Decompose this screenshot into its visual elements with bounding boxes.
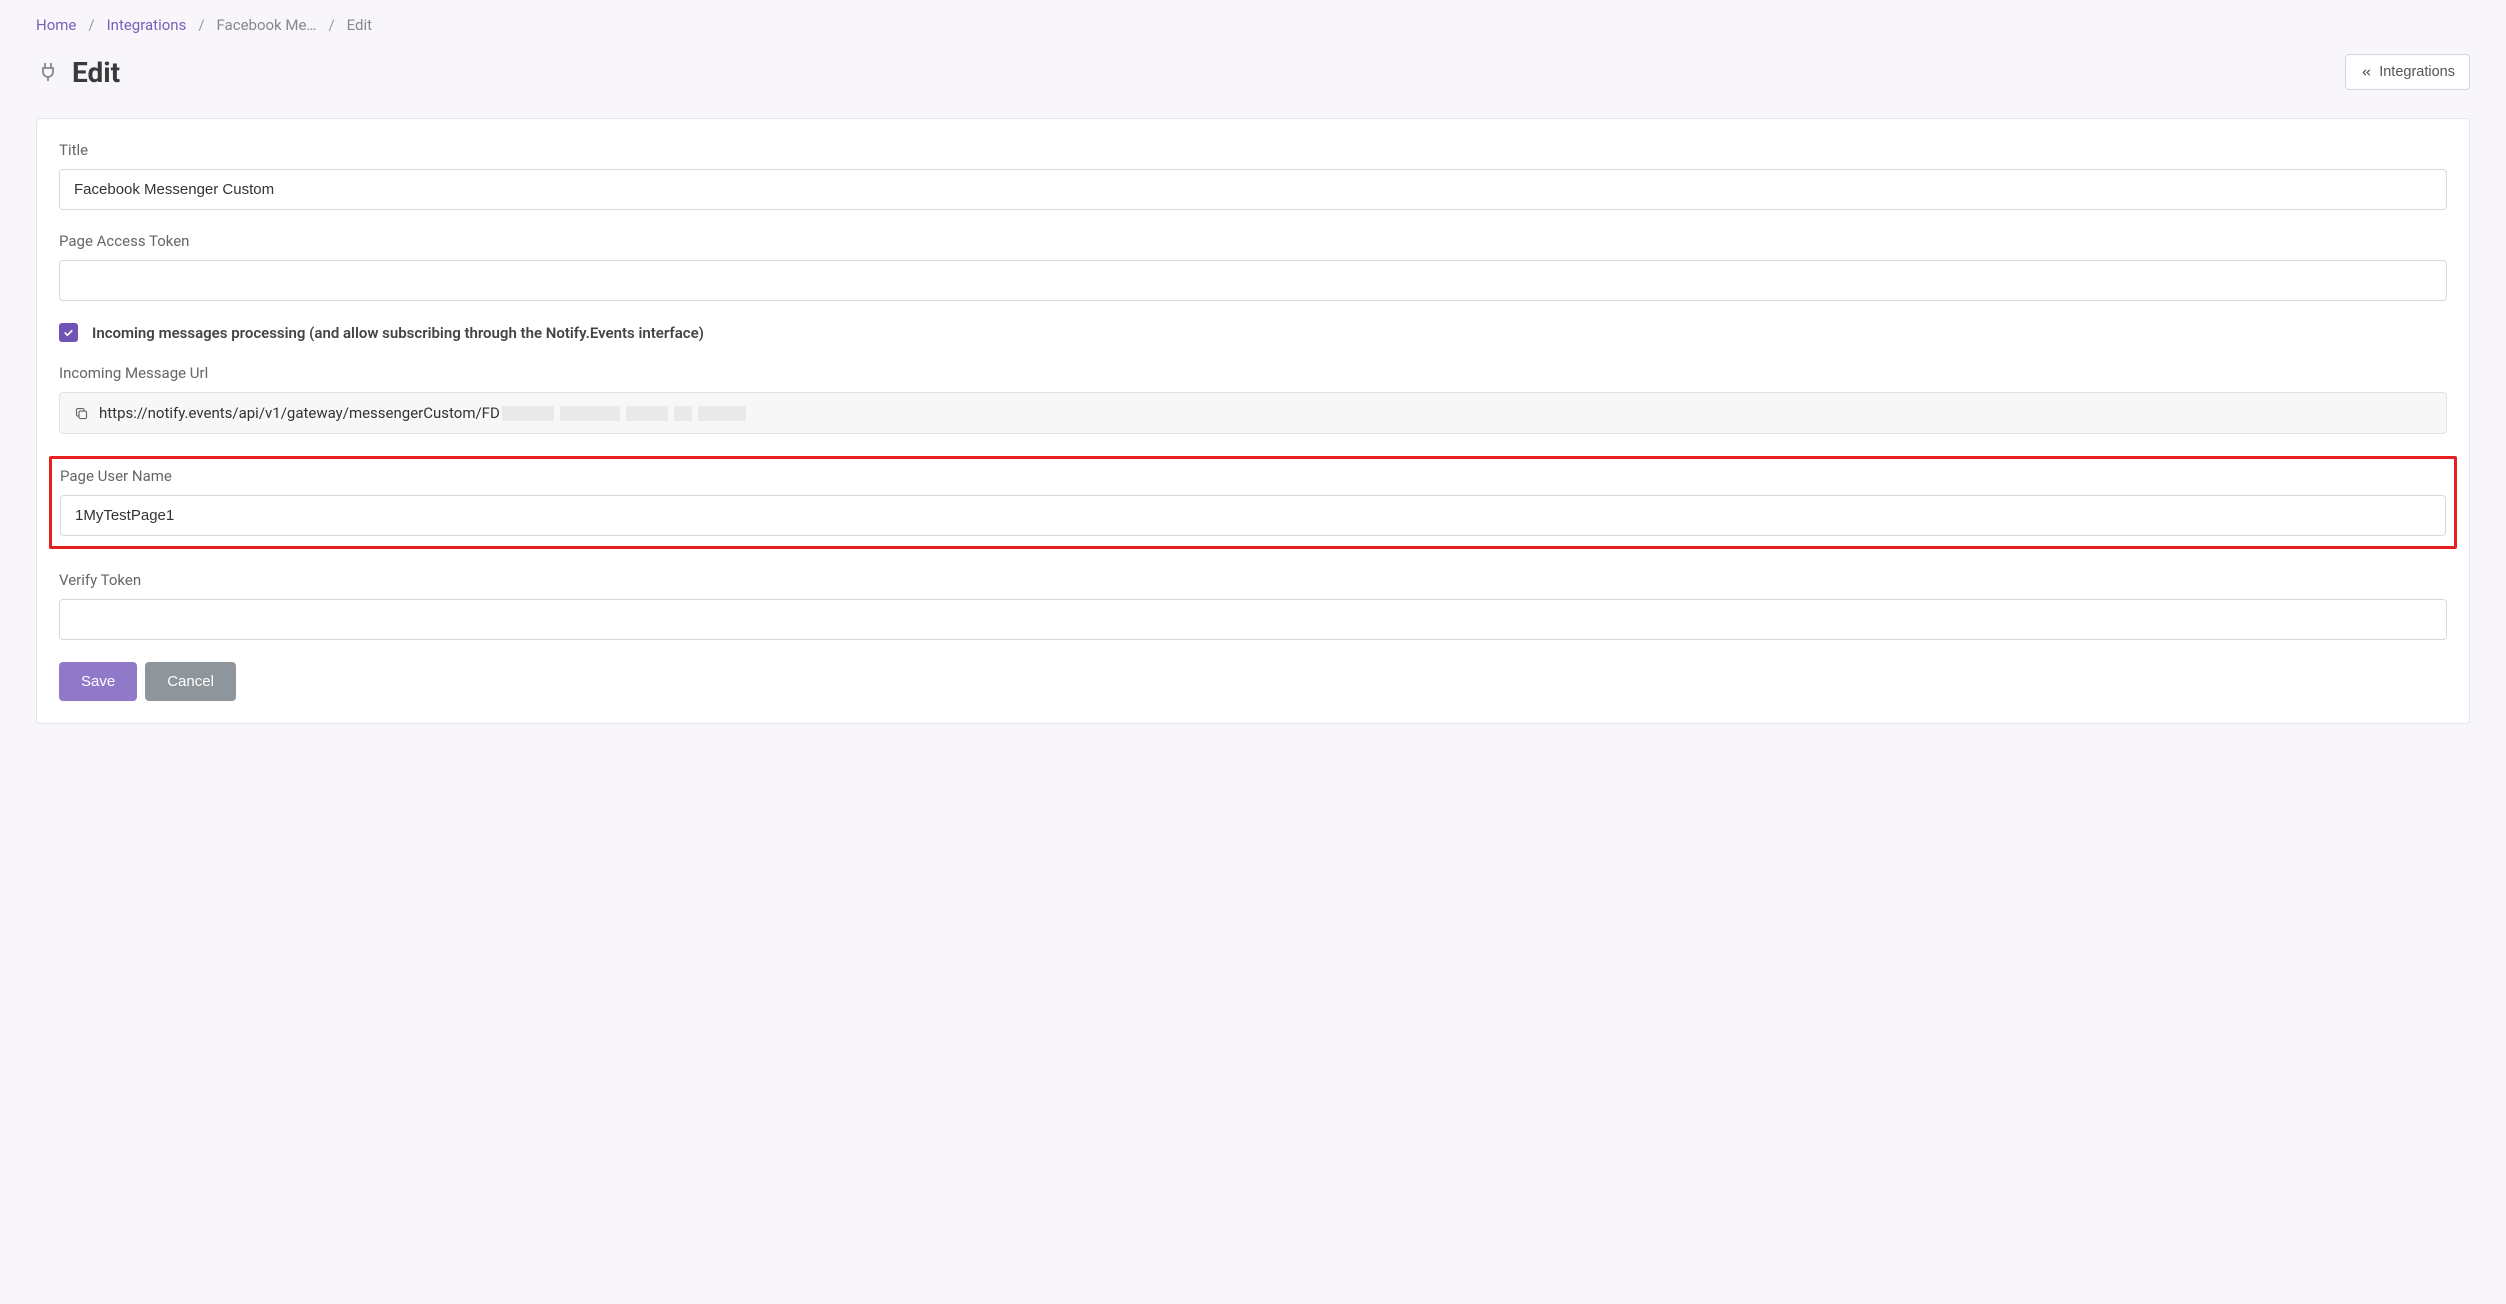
form-card: Title Page Access Token Incoming message… [36,118,2470,724]
redacted-url-suffix [502,406,746,421]
breadcrumb-separator: / [198,16,204,34]
breadcrumb-current: Edit [347,16,372,34]
breadcrumb: Home / Integrations / Facebook Me… / Edi… [36,10,2470,54]
verify-token-input[interactable] [59,599,2447,640]
page-header: Edit Integrations [36,54,2470,90]
title-input[interactable] [59,169,2447,210]
save-button[interactable]: Save [59,662,137,701]
check-icon [62,326,75,339]
breadcrumb-separator: / [88,16,94,34]
incoming-url-value: https://notify.events/api/v1/gateway/mes… [99,404,500,422]
page-access-token-label: Page Access Token [59,232,2447,250]
title-label: Title [59,141,2447,159]
page-user-name-highlight: Page User Name [49,456,2457,549]
breadcrumb-separator: / [328,16,334,34]
incoming-url-label: Incoming Message Url [59,364,2447,382]
breadcrumb-provider: Facebook Me… [217,16,317,34]
back-button-label: Integrations [2379,64,2455,80]
copy-icon[interactable] [74,406,89,421]
breadcrumb-home[interactable]: Home [36,16,76,34]
verify-token-label: Verify Token [59,571,2447,589]
breadcrumb-integrations[interactable]: Integrations [107,16,187,34]
incoming-checkbox[interactable] [59,323,78,342]
back-integrations-button[interactable]: Integrations [2345,54,2470,90]
incoming-url-box: https://notify.events/api/v1/gateway/mes… [59,392,2447,434]
page-access-token-input[interactable] [59,260,2447,301]
page-user-name-label: Page User Name [60,467,2446,485]
incoming-checkbox-label: Incoming messages processing (and allow … [92,324,704,342]
page-title: Edit [72,56,120,89]
cancel-button[interactable]: Cancel [145,662,236,701]
plug-icon [36,60,60,84]
chevrons-left-icon [2360,66,2373,79]
page-user-name-input[interactable] [60,495,2446,536]
